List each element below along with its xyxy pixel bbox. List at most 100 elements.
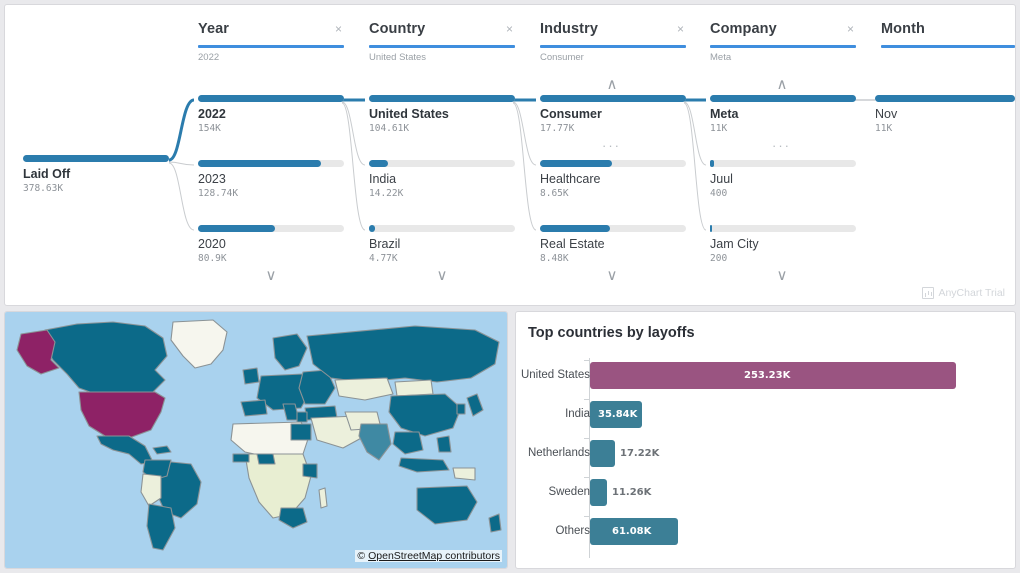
bar-netherlands[interactable] — [590, 440, 615, 467]
clear-selection-icon[interactable]: × — [506, 22, 513, 36]
country-caribbean — [153, 446, 171, 454]
bar-category-label: United States — [450, 358, 590, 392]
node-label: Jam City — [710, 237, 856, 252]
scroll-up-chevron-company[interactable]: ∧ — [771, 79, 793, 91]
osm-attribution[interactable]: © OpenStreetMap contributors — [355, 550, 502, 562]
bar-row[interactable]: Others 61.08K — [516, 514, 1017, 548]
bar-row[interactable]: Netherlands 17.22K — [516, 436, 1017, 470]
sankey-node-brazil[interactable]: Brazil 4.77K — [369, 225, 515, 265]
node-label: Nov — [875, 107, 1015, 122]
sankey-node-real-estate[interactable]: Real Estate 8.48K — [540, 225, 686, 265]
dimension-rule — [540, 45, 686, 48]
node-value: 400 — [710, 188, 856, 200]
node-value: 4.77K — [369, 253, 515, 265]
node-value: 11K — [875, 123, 1015, 135]
dimension-rule — [198, 45, 344, 48]
osm-attribution-link[interactable]: OpenStreetMap contributors — [368, 550, 500, 562]
bar-row[interactable]: United States 253.23K — [516, 358, 1017, 392]
node-label: Juul — [710, 172, 856, 187]
country-philippines — [437, 436, 451, 452]
scroll-down-chevron-year[interactable]: ∨ — [260, 270, 282, 282]
node-label: 2022 — [198, 107, 344, 122]
sankey-node-juul[interactable]: Juul 400 — [710, 160, 856, 200]
sankey-node-meta[interactable]: Meta 11K — [710, 95, 856, 135]
node-label: Brazil — [369, 237, 515, 252]
scroll-down-chevron-industry[interactable]: ∨ — [601, 270, 623, 282]
chart-icon — [922, 287, 934, 299]
bar-sweden[interactable] — [590, 479, 607, 506]
node-fill — [198, 225, 275, 232]
scroll-up-chevron-industry[interactable]: ∧ — [601, 79, 623, 91]
node-fill — [369, 160, 388, 167]
node-label: Healthcare — [540, 172, 686, 187]
industry-ellipsis: ··· — [602, 141, 621, 151]
node-label: India — [369, 172, 515, 187]
sankey-node-laid-off[interactable]: Laid Off 378.63K — [23, 155, 169, 195]
clear-selection-icon[interactable]: × — [335, 22, 342, 36]
sankey-node-healthcare[interactable]: Healthcare 8.65K — [540, 160, 686, 200]
dimension-header-industry[interactable]: Industry × Consumer — [540, 21, 686, 64]
node-label: 2023 — [198, 172, 344, 187]
sankey-node-nov[interactable]: Nov 11K — [875, 95, 1015, 135]
scroll-down-chevron-country[interactable]: ∨ — [431, 270, 453, 282]
node-value: 154K — [198, 123, 344, 135]
node-value: 80.9K — [198, 253, 344, 265]
node-label: Meta — [710, 107, 856, 122]
dashboard-page: Year × 2022 Country × United States Indu… — [0, 0, 1020, 573]
node-track — [540, 225, 686, 232]
dimension-header-month[interactable]: Month — [881, 21, 1015, 52]
node-track — [198, 160, 344, 167]
node-track — [198, 95, 344, 102]
copyright-icon: © — [357, 550, 365, 562]
node-label: United States — [369, 107, 515, 122]
node-track — [369, 160, 515, 167]
node-track — [198, 225, 344, 232]
country-uk-ireland — [243, 368, 259, 384]
country-kenya — [303, 464, 317, 478]
node-fill — [369, 225, 375, 232]
sankey-node-jam-city[interactable]: Jam City 200 — [710, 225, 856, 265]
sankey-node-2020[interactable]: 2020 80.9K — [198, 225, 344, 265]
node-track — [540, 160, 686, 167]
bar-row[interactable]: Sweden 11.26K — [516, 475, 1017, 509]
bar-value-label: 35.84K — [598, 401, 637, 428]
sankey-node-2022[interactable]: 2022 154K — [198, 95, 344, 135]
node-track — [23, 155, 169, 162]
node-fill — [710, 95, 856, 102]
node-track — [369, 95, 515, 102]
dimension-title: Industry — [540, 21, 686, 37]
scroll-down-chevron-company[interactable]: ∨ — [771, 270, 793, 282]
node-track — [369, 225, 515, 232]
bar-row[interactable]: India 35.84K — [516, 397, 1017, 431]
node-track — [540, 95, 686, 102]
dimension-rule — [881, 45, 1015, 48]
clear-selection-icon[interactable]: × — [847, 22, 854, 36]
dimension-selected-value: Consumer — [540, 52, 686, 64]
sankey-node-2023[interactable]: 2023 128.74K — [198, 160, 344, 200]
node-value: 104.61K — [369, 123, 515, 135]
dimension-header-company[interactable]: Company × Meta — [710, 21, 856, 64]
sankey-node-consumer[interactable]: Consumer 17.77K — [540, 95, 686, 135]
node-value: 8.48K — [540, 253, 686, 265]
sankey-node-united-states[interactable]: United States 104.61K — [369, 95, 515, 135]
node-fill — [710, 225, 712, 232]
node-fill — [540, 225, 610, 232]
node-fill — [875, 95, 1015, 102]
country-ghana — [233, 454, 249, 462]
bar-value-label: 11.26K — [612, 479, 651, 506]
dimension-header-country[interactable]: Country × United States — [369, 21, 515, 64]
sankey-node-india[interactable]: India 14.22K — [369, 160, 515, 200]
dimension-selected-value: United States — [369, 52, 515, 64]
world-choropleth-map[interactable] — [5, 312, 507, 568]
node-value: 200 — [710, 253, 856, 265]
company-ellipsis: ··· — [772, 141, 791, 151]
node-value: 8.65K — [540, 188, 686, 200]
world-map-panel[interactable]: © OpenStreetMap contributors — [4, 311, 508, 569]
dimension-rule — [369, 45, 515, 48]
country-iberia — [241, 400, 267, 416]
dimension-header-year[interactable]: Year × 2022 — [198, 21, 344, 64]
watermark-text: AnyChart Trial — [938, 287, 1005, 299]
clear-selection-icon[interactable]: × — [677, 22, 684, 36]
sankey-panel: Year × 2022 Country × United States Indu… — [4, 4, 1016, 306]
node-fill — [198, 160, 321, 167]
